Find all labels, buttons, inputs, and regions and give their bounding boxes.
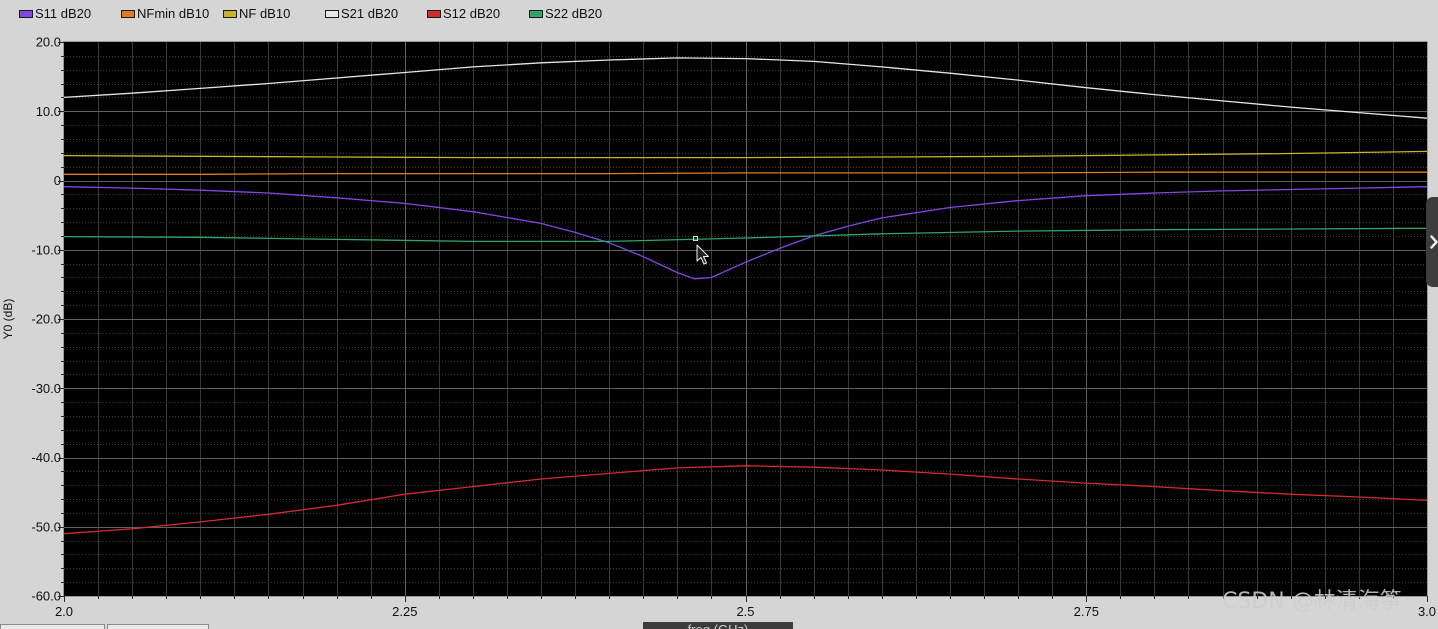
x-axis-label-box: freq (GHz) — [643, 622, 793, 629]
x-tick-label: 2.25 — [392, 604, 417, 619]
legend: S11 dB20 NFmin dB10 NF dB10 S21 dB20 S12… — [19, 6, 631, 22]
legend-swatch — [121, 10, 135, 18]
x-axis-title: freq (GHz) — [643, 622, 793, 629]
y-tick-label: -60.0 — [31, 589, 61, 604]
legend-swatch — [223, 10, 237, 18]
legend-item-nf[interactable]: NF dB10 — [223, 6, 325, 22]
chevron-right-icon — [1430, 235, 1438, 249]
legend-label: S21 dB20 — [341, 6, 399, 21]
y-tick-label: 20.0 — [36, 35, 61, 50]
y-axis-title: Y0 (dB) — [1, 299, 15, 340]
legend-swatch — [325, 10, 339, 18]
legend-label: NF dB10 — [239, 6, 291, 21]
bottom-tab[interactable] — [0, 624, 105, 629]
waveform-viewer-window: 20.0 10.0 0 -10.0 -20.0 -30.0 -40.0 -50.0 -60.0 2… — [0, 0, 1438, 629]
legend-swatch — [529, 10, 543, 18]
y-tick-label: 0 — [54, 173, 61, 188]
y-tick-label: -50.0 — [31, 519, 61, 534]
waveform-chart: 20.010.00-10.0-20.0-30.0-40.0-50.0-60.02… — [1, 35, 1436, 620]
y-tick-label: -30.0 — [31, 381, 61, 396]
bottom-tab[interactable] — [107, 624, 209, 629]
legend-label: S11 dB20 — [35, 6, 92, 21]
legend-item-nfmin[interactable]: NFmin dB10 — [121, 6, 223, 22]
watermark: CSDN @林清海筝 — [1222, 589, 1402, 614]
legend-item-s12[interactable]: S12 dB20 — [427, 6, 529, 22]
legend-item-s11[interactable]: S11 dB20 — [19, 6, 121, 22]
legend-label: NFmin dB10 — [137, 6, 210, 21]
x-tick-label: 2.5 — [736, 604, 754, 619]
y-tick-label: -10.0 — [31, 242, 61, 257]
legend-swatch — [427, 10, 441, 18]
legend-swatch — [19, 10, 33, 18]
legend-label: S12 dB20 — [443, 6, 501, 21]
legend-label: S22 dB20 — [545, 6, 603, 21]
legend-item-s21[interactable]: S21 dB20 — [325, 6, 427, 22]
y-tick-label: -20.0 — [31, 312, 61, 327]
x-tick-label: 2.0 — [55, 604, 73, 619]
side-panel-toggle[interactable] — [1426, 197, 1438, 287]
legend-item-s22[interactable]: S22 dB20 — [529, 6, 631, 22]
x-tick-label: 2.75 — [1074, 604, 1099, 619]
y-tick-label: -40.0 — [31, 450, 61, 465]
y-tick-label: 10.0 — [36, 104, 61, 119]
